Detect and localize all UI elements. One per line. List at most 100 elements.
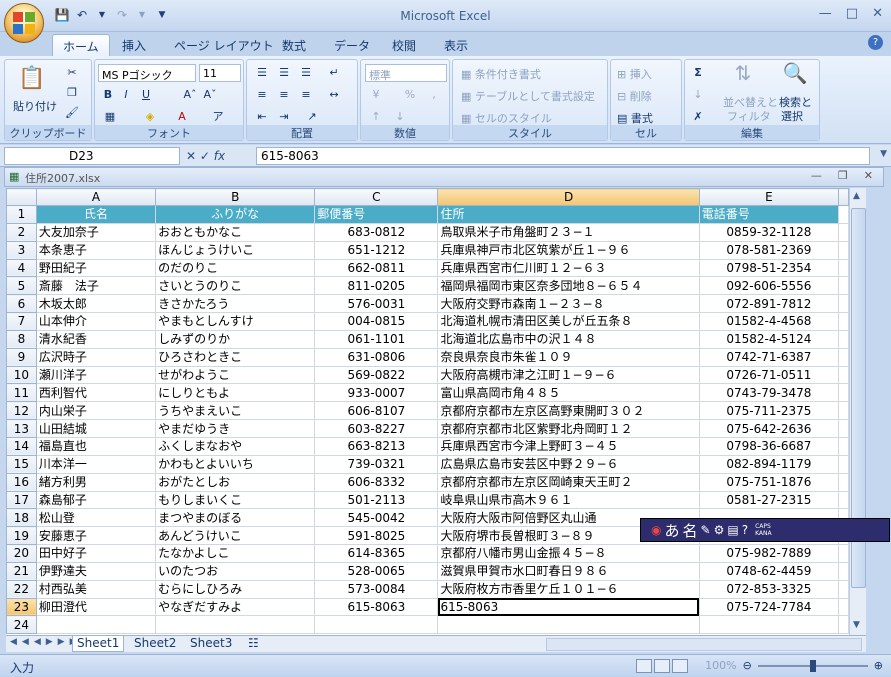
number-format-select[interactable]: 標準 (365, 64, 447, 82)
font-size-select[interactable]: 11 (199, 64, 241, 82)
table-cell[interactable]: むらにしひろみ (155, 579, 316, 599)
table-cell[interactable]: 清水紀香 (35, 329, 157, 349)
table-cell[interactable]: 大阪府枚方市香里ケ丘１０１−６ (437, 579, 700, 599)
ime-pad-icon[interactable]: ✎ (701, 523, 711, 537)
worksheet[interactable]: A B C D E 1 氏名 ふりがな 郵便番号 住所 電話番号 2 大友加奈子お… (6, 188, 849, 635)
scroll-up-icon[interactable]: ▲ (853, 191, 860, 201)
table-cell[interactable]: 兵庫県神戸市北区筑紫が丘１−９６ (437, 240, 700, 260)
table-cell[interactable] (838, 347, 849, 367)
table-cell[interactable]: 木坂太郎 (35, 294, 157, 314)
select-all-corner[interactable] (6, 188, 37, 206)
ime-logo-icon[interactable]: ◉ (651, 523, 661, 537)
table-cell[interactable] (838, 258, 849, 278)
column-header[interactable]: D (437, 188, 700, 206)
table-cell[interactable] (838, 597, 849, 617)
header-cell[interactable]: 住所 (437, 205, 700, 224)
table-cell[interactable]: 662-0811 (314, 258, 439, 278)
table-cell[interactable]: 075-724-7784 (698, 597, 840, 617)
table-cell[interactable]: 061-1101 (314, 329, 439, 349)
insert-function-icon[interactable]: fx (214, 149, 225, 163)
row-header[interactable]: 15 (6, 454, 37, 474)
table-cell[interactable]: 京都府京都市左京区岡崎東天王町２ (437, 472, 700, 492)
table-cell[interactable]: 大友加奈子 (35, 222, 157, 242)
table-cell[interactable] (35, 615, 157, 635)
table-cell[interactable]: しみずのりか (155, 329, 316, 349)
row-header[interactable]: 13 (6, 419, 37, 438)
insert-sheet-icon[interactable]: ☷ (244, 636, 263, 652)
header-cell[interactable]: 電話番号 (698, 205, 840, 224)
row-header[interactable]: 22 (6, 579, 37, 599)
table-cell[interactable]: 0859-32-1128 (698, 222, 840, 242)
table-cell[interactable]: 大阪府高槻市津之江町１−９−６ (437, 365, 700, 385)
table-cell[interactable] (838, 561, 849, 581)
tab-home[interactable]: ホーム (52, 34, 110, 57)
table-cell[interactable] (838, 365, 849, 385)
vertical-scrollbar[interactable]: ▲ ▼ (849, 188, 866, 635)
expand-formula-icon[interactable]: ▼ (880, 149, 887, 159)
table-cell[interactable]: 0726-71-0511 (698, 365, 840, 385)
ime-properties-icon[interactable]: ▤ (727, 523, 738, 537)
increase-font-icon[interactable]: Aˆ (181, 86, 199, 104)
table-cell[interactable] (838, 312, 849, 331)
table-cell[interactable] (838, 240, 849, 260)
workbook-restore-icon[interactable]: ❐ (838, 169, 848, 182)
cancel-icon[interactable]: ✕ (186, 149, 196, 163)
table-cell[interactable]: 082-894-1179 (698, 454, 840, 474)
table-cell[interactable]: 山本伸介 (35, 312, 157, 331)
zoom-in-icon[interactable]: ⊕ (874, 659, 883, 672)
tab-formulas[interactable]: 数式 (282, 37, 306, 54)
name-box[interactable]: D23 (4, 147, 180, 165)
table-cell[interactable]: 斎藤 法子 (35, 276, 157, 296)
header-cell[interactable]: 氏名 (35, 205, 157, 224)
table-cell[interactable]: 兵庫県西宮市今津上野町３−４５ (437, 436, 700, 456)
row-header[interactable]: 3 (6, 240, 37, 260)
page-break-view-icon[interactable] (672, 659, 688, 673)
ime-tool-icon[interactable]: ⚙ (714, 523, 725, 537)
table-cell[interactable]: きさかたろう (155, 294, 316, 314)
align-bottom-icon[interactable]: ☰ (297, 64, 315, 82)
filter-label[interactable]: フィルタ (727, 108, 771, 124)
table-cell[interactable]: 075-982-7889 (698, 544, 840, 563)
fill-color-icon[interactable]: ◈ (141, 108, 159, 126)
orientation-icon[interactable]: ↗ (303, 108, 321, 126)
clear-icon[interactable]: ✗ (689, 108, 707, 126)
table-cell[interactable]: 北海道北広島市中の沢１４８ (437, 329, 700, 349)
merge-center-icon[interactable]: ↔ (325, 86, 343, 104)
row-header[interactable]: 14 (6, 436, 37, 456)
wrap-text-icon[interactable]: ↵ (325, 64, 343, 82)
table-cell[interactable] (838, 276, 849, 296)
tab-insert[interactable]: 挿入 (122, 37, 146, 54)
header-cell[interactable]: 郵便番号 (314, 205, 439, 224)
table-cell[interactable] (698, 615, 840, 635)
table-cell[interactable]: 京都府京都市左京区高野東開町３０２ (437, 401, 700, 421)
cell-grid[interactable]: A B C D E 1 氏名 ふりがな 郵便番号 住所 電話番号 2 大友加奈子お… (6, 188, 849, 635)
row-header[interactable]: 12 (6, 401, 37, 421)
column-header[interactable]: A (35, 188, 157, 206)
table-cell[interactable]: 075-642-2636 (698, 419, 840, 438)
delete-cells-button[interactable]: ⊟ 削除 (617, 88, 652, 104)
table-cell[interactable]: 西利智代 (35, 383, 157, 403)
page-layout-view-icon[interactable] (654, 659, 670, 673)
header-cell[interactable]: ふりがな (155, 205, 316, 224)
table-cell[interactable]: 075-751-1876 (698, 472, 840, 492)
table-cell[interactable]: 福岡県福岡市東区奈多団地８−６５４ (437, 276, 700, 296)
table-cell[interactable]: 森島郁子 (35, 490, 157, 510)
sheet-tab-2[interactable]: Sheet2 (130, 636, 180, 652)
table-cell[interactable] (838, 383, 849, 403)
table-cell[interactable]: ひろさわときこ (155, 347, 316, 367)
enter-icon[interactable]: ✓ (200, 149, 210, 163)
sheet-tab-3[interactable]: Sheet3 (186, 636, 236, 652)
office-button[interactable] (4, 3, 44, 43)
ime-mode[interactable]: あ (664, 520, 679, 541)
table-cell[interactable]: 奈良県奈良市朱雀１０９ (437, 347, 700, 367)
table-cell[interactable]: 01582-4-4568 (698, 312, 840, 331)
column-header[interactable]: B (155, 188, 316, 206)
table-cell[interactable]: やまもとしんすけ (155, 312, 316, 331)
table-cell[interactable]: 072-853-3325 (698, 579, 840, 599)
table-cell[interactable]: いのたつお (155, 561, 316, 581)
scroll-down-icon[interactable]: ▼ (853, 620, 860, 630)
paste-icon[interactable]: 📋 (17, 64, 47, 94)
currency-icon[interactable]: ¥ (367, 86, 385, 104)
table-cell[interactable] (838, 222, 849, 242)
row-header[interactable]: 18 (6, 508, 37, 528)
